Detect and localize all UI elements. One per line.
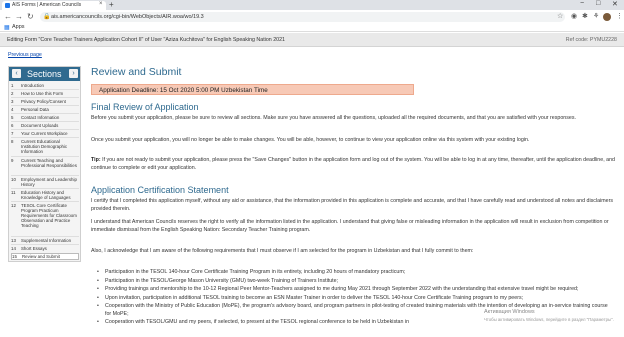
divider xyxy=(11,113,79,114)
section-label: Contact Information xyxy=(21,115,60,120)
section-number: 14 xyxy=(11,246,16,251)
browser-toolbar: ← → ↻ 🔒 ais.americancouncils.org/cgi-bin… xyxy=(0,10,624,23)
section-number: 9 xyxy=(11,158,14,163)
section-number: 10 xyxy=(11,177,16,182)
section-label: Current Teaching and Professional Respon… xyxy=(21,158,77,168)
divider xyxy=(11,156,79,157)
section-number: 1 xyxy=(11,83,14,88)
list-item: Upon invitation, participation in additi… xyxy=(97,295,613,303)
verification-paragraph: I understand that American Councils rese… xyxy=(91,219,609,233)
page-title: Review and Submit xyxy=(91,66,182,78)
divider xyxy=(11,105,79,106)
divider xyxy=(11,236,79,237)
section-label: Education History and Knowledge of Langu… xyxy=(21,190,71,200)
final-review-paragraph: Before you submit your application, plea… xyxy=(91,115,576,121)
tab-title: AIS Forms | American Councils xyxy=(12,2,82,8)
deadline-banner: Application Deadline: 15 Oct 2020 5:00 P… xyxy=(91,84,414,95)
back-icon[interactable]: ← xyxy=(4,12,12,21)
lock-icon: 🔒 xyxy=(43,14,51,20)
divider xyxy=(11,175,79,176)
close-tab-icon[interactable]: × xyxy=(99,1,103,7)
section-label: Current Educational Institution Demograp… xyxy=(21,139,68,154)
extension-icon[interactable]: ◉ xyxy=(571,12,577,20)
chevron-left-icon[interactable]: ‹ xyxy=(12,69,21,78)
browser-tabbar: AIS Forms | American Councils × + − □ ✕ xyxy=(0,0,624,10)
section-label: Privacy Policy/Consent xyxy=(21,99,66,104)
section-number: 2 xyxy=(11,91,14,96)
forward-icon[interactable]: → xyxy=(15,12,23,21)
reload-icon[interactable]: ↻ xyxy=(27,12,34,21)
ref-code: Ref code: PYMU2228 xyxy=(565,37,617,43)
previous-page-link[interactable]: Previous page xyxy=(8,52,42,58)
tip-label: Tip: xyxy=(91,157,101,163)
form-header: Editing Form "Core Teacher Trainers Appl… xyxy=(0,33,624,47)
editing-form-text: Editing Form "Core Teacher Trainers Appl… xyxy=(7,37,285,43)
tip-paragraph: Tip: If you are not ready to submit your… xyxy=(91,157,617,172)
sidebar-item-review-submit[interactable]: 15 Review and Submit xyxy=(11,253,79,260)
minimize-icon[interactable]: − xyxy=(580,0,584,7)
maximize-icon[interactable]: □ xyxy=(596,0,600,7)
divider xyxy=(11,121,79,122)
divider xyxy=(11,201,79,202)
section-label: How to Use this Form xyxy=(21,91,64,96)
certification-heading: Application Certification Statement xyxy=(91,185,229,195)
section-number: 3 xyxy=(11,99,14,104)
submission-note-paragraph: Once you submit your application, you wi… xyxy=(91,137,530,143)
list-item: Participation in the TESOL/George Mason … xyxy=(97,278,613,286)
divider xyxy=(11,89,79,90)
section-label: Personal Data xyxy=(21,107,49,112)
extension-icon[interactable]: ✱ xyxy=(582,12,588,20)
sections-sidebar: ‹ Sections › 1 Introduction 2 How to Use t… xyxy=(8,66,81,262)
section-label: Short Essays xyxy=(21,246,47,251)
sections-title: Sections xyxy=(27,69,62,79)
list-item: Cooperation with the Ministry of Public … xyxy=(97,303,613,318)
windows-activation-subtitle: Чтобы активировать Windows, перейдите в … xyxy=(484,317,614,322)
section-label: Document Uploads xyxy=(21,123,59,128)
url-text[interactable]: ais.americancouncils.org/cgi-bin/WebObje… xyxy=(51,14,204,20)
section-number: 5 xyxy=(11,115,14,120)
section-number: 7 xyxy=(11,131,14,136)
window-close-icon[interactable]: ✕ xyxy=(612,0,618,8)
bookmarks-bar: ▦ Apps xyxy=(0,23,624,32)
extensions-puzzle-icon[interactable]: ⚘ xyxy=(593,12,599,20)
section-label: Review and Submit xyxy=(22,254,60,259)
profile-avatar[interactable] xyxy=(603,13,611,21)
divider xyxy=(11,244,79,245)
section-number: 15 xyxy=(12,254,17,259)
windows-activation-title: Активация Windows xyxy=(484,309,535,315)
section-label: Your Current Workplace xyxy=(21,131,68,136)
apps-bookmark[interactable]: Apps xyxy=(12,24,25,30)
new-tab-icon[interactable]: + xyxy=(109,0,114,9)
address-bar[interactable]: 🔒 ais.americancouncils.org/cgi-bin/WebOb… xyxy=(40,12,565,22)
section-number: 4 xyxy=(11,107,14,112)
list-item: Participation in the TESOL 140-hour Core… xyxy=(97,269,613,277)
section-number: 11 xyxy=(11,190,16,195)
browser-tab[interactable]: AIS Forms | American Councils × xyxy=(2,1,106,10)
section-number: 8 xyxy=(11,139,14,144)
section-number: 6 xyxy=(11,123,14,128)
favicon-icon xyxy=(5,3,10,8)
requirements-intro: Also, I acknowledge that I am aware of t… xyxy=(91,248,474,254)
certification-paragraph: I certify that I completed this applicat… xyxy=(91,198,614,212)
divider xyxy=(11,129,79,130)
chevron-right-icon[interactable]: › xyxy=(69,69,78,78)
sections-header: ‹ Sections › xyxy=(9,67,80,81)
section-number: 13 xyxy=(11,238,16,243)
section-number: 12 xyxy=(11,203,16,208)
tip-text: If you are not ready to submit your appl… xyxy=(91,157,615,171)
deadline-text: Application Deadline: 15 Oct 2020 5:00 P… xyxy=(99,87,268,94)
bookmark-star-icon[interactable]: ☆ xyxy=(557,12,563,20)
menu-icon[interactable]: ⋮ xyxy=(616,12,623,20)
apps-icon[interactable]: ▦ xyxy=(4,24,10,31)
divider xyxy=(11,97,79,98)
section-label: Supplemental Information xyxy=(21,238,72,243)
divider xyxy=(11,188,79,189)
section-label: Employment and Leadership History xyxy=(21,177,77,187)
final-review-heading: Final Review of Application xyxy=(91,102,199,112)
list-item: Providing trainings and mentorship to th… xyxy=(97,286,613,294)
section-label: TESOL Core Certificate Program Practicum… xyxy=(21,203,77,228)
divider xyxy=(11,137,79,138)
section-label: Introduction xyxy=(21,83,44,88)
